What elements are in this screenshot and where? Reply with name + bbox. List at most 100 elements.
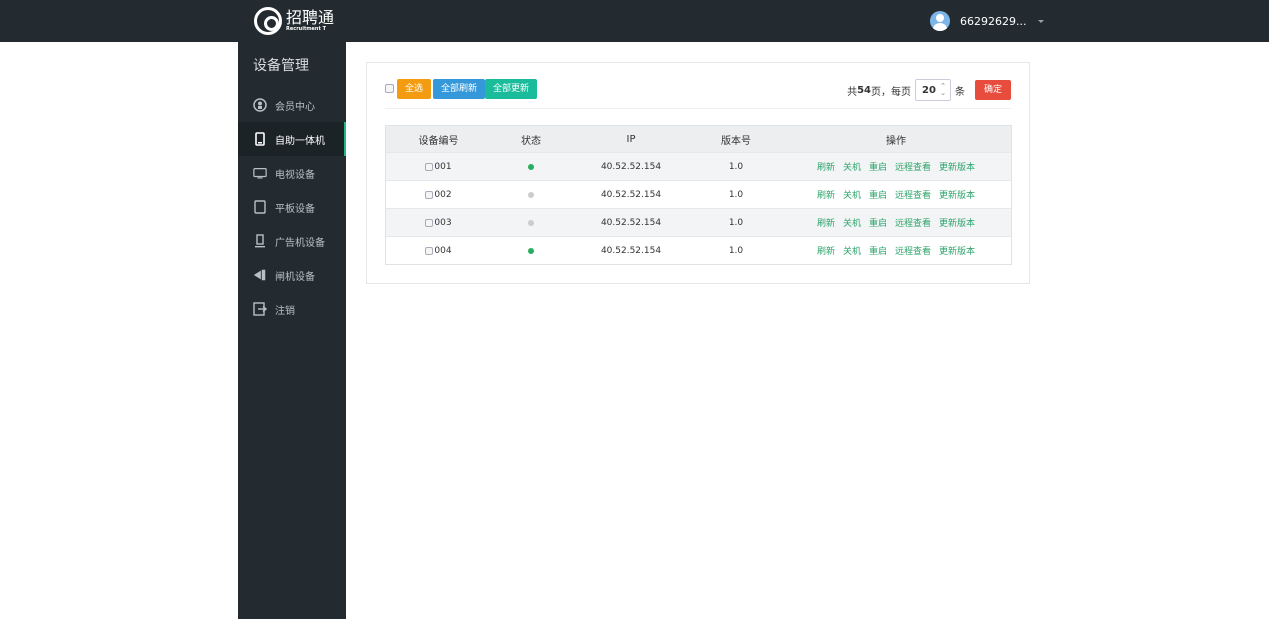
device-id: 002 [434,189,452,200]
version-cell: 1.0 [728,189,744,200]
shutdown-link[interactable]: 关机 [843,188,861,201]
device-id: 004 [434,245,452,256]
remote-view-link[interactable]: 远程查看 [895,160,931,173]
row-checkbox[interactable] [425,246,434,255]
refresh-link[interactable]: 刷新 [817,188,835,201]
version-cell: 1.0 [728,217,744,228]
status-dot-icon [528,247,534,254]
pager-prefix: 共 [847,86,858,98]
sidebar-item-member-center[interactable]: 会员中心 [238,88,346,122]
row-checkbox[interactable] [425,190,434,199]
confirm-button[interactable]: 确定 [974,80,1011,100]
tablet-icon [253,200,267,214]
sidebar-item-ad-machine[interactable]: 广告机设备 [238,224,346,258]
row-checkbox[interactable] [425,162,434,171]
shutdown-link[interactable]: 关机 [843,244,861,257]
restart-link[interactable]: 重启 [869,216,887,229]
member-icon [253,98,267,112]
restart-link[interactable]: 重启 [869,188,887,201]
user-menu[interactable]: 66292629... [930,10,1045,32]
avatar[interactable] [930,11,950,31]
select-all-checkbox[interactable] [385,84,394,93]
status-cell [491,163,571,170]
tv-icon [253,166,267,180]
update-version-link[interactable]: 更新版本 [939,216,975,229]
logo-cn: 招聘通 [286,8,335,27]
top-navbar: 招聘通 Recruitment T 66292629... [0,0,1269,42]
per-page-stepper[interactable]: 20 ⌃ ⌄ [914,79,951,101]
col-device-id: 设备编号 [418,135,459,147]
divider [385,108,1011,109]
table-row: 003 40.52.52.154 1.0 刷新 关机 重启 远程查看 更新版本 [386,208,1011,236]
username[interactable]: 66292629... [960,15,1026,28]
app-logo[interactable]: 招聘通 Recruitment T [238,0,346,42]
col-version: 版本号 [721,135,751,147]
ip-cell: 40.52.52.154 [600,217,662,228]
device-id-cell: 004 [386,246,491,256]
logo-mark-icon [254,7,282,35]
shutdown-link[interactable]: 关机 [843,160,861,173]
remote-view-link[interactable]: 远程查看 [895,188,931,201]
sidebar-item-label: 注销 [275,305,295,317]
sidebar-item-label: 会员中心 [275,101,315,113]
refresh-link[interactable]: 刷新 [817,160,835,173]
status-dot-icon [528,219,534,226]
device-id: 003 [434,217,452,228]
sidebar-item-tablet[interactable]: 平板设备 [238,190,346,224]
sidebar-item-tv[interactable]: 电视设备 [238,156,346,190]
logo-text: 招聘通 Recruitment T [286,10,334,32]
pagination: 共 54 页，每页 20 ⌃ ⌄ 条 确定 [847,79,1011,101]
actions-cell: 刷新 关机 重启 远程查看 更新版本 [781,216,1011,229]
table-row: 002 40.52.52.154 1.0 刷新 关机 重启 远程查看 更新版本 [386,180,1011,208]
status-cell [491,247,571,254]
refresh-link[interactable]: 刷新 [817,216,835,229]
kiosk-icon [253,132,267,146]
stepper-arrows-icon[interactable]: ⌃ ⌄ [940,83,946,97]
select-all-button[interactable]: 全选 [397,79,432,99]
update-version-link[interactable]: 更新版本 [939,160,975,173]
device-id-cell: 003 [386,218,491,228]
gate-icon [253,268,267,282]
version-cell: 1.0 [728,245,744,256]
device-id-cell: 002 [386,190,491,200]
pager-suffix: 页，每页 [870,86,911,98]
sidebar-title: 设备管理 [253,58,309,74]
shutdown-link[interactable]: 关机 [843,216,861,229]
sidebar-item-label: 闸机设备 [275,271,315,283]
refresh-all-button[interactable]: 全部刷新 [433,79,486,99]
device-table: 设备编号 状态 IP 版本号 操作 001 40.52.52.154 1.0 刷… [385,125,1012,265]
logo-en: Recruitment T [286,26,327,32]
refresh-link[interactable]: 刷新 [817,244,835,257]
update-all-button[interactable]: 全部更新 [485,79,538,99]
status-cell [491,219,571,226]
status-dot-icon [528,191,534,198]
sidebar-item-label: 广告机设备 [275,237,325,249]
pager-unit: 条 [954,86,965,98]
remote-view-link[interactable]: 远程查看 [895,216,931,229]
ip-cell: 40.52.52.154 [600,189,662,200]
row-checkbox[interactable] [425,218,434,227]
chevron-down-icon[interactable] [1038,19,1045,23]
ip-cell: 40.52.52.154 [600,245,662,256]
sidebar-item-logout[interactable]: 注销 [238,292,346,326]
sidebar-item-label: 平板设备 [275,203,315,215]
table-row: 001 40.52.52.154 1.0 刷新 关机 重启 远程查看 更新版本 [386,152,1011,180]
remote-view-link[interactable]: 远程查看 [895,244,931,257]
sidebar-item-kiosk[interactable]: 自助一体机 [238,122,346,156]
device-id: 001 [434,161,452,172]
update-version-link[interactable]: 更新版本 [939,188,975,201]
actions-cell: 刷新 关机 重启 远程查看 更新版本 [781,244,1011,257]
sidebar-item-gate[interactable]: 闸机设备 [238,258,346,292]
version-cell: 1.0 [728,161,744,172]
status-dot-icon [528,163,534,170]
sidebar-item-label: 自助一体机 [275,135,325,147]
ad-machine-icon [253,234,267,248]
restart-link[interactable]: 重启 [869,244,887,257]
ip-cell: 40.52.52.154 [600,161,662,172]
device-panel: 全选 全部刷新 全部更新 共 54 页，每页 20 ⌃ ⌄ 条 确定 设备编号 状… [366,62,1030,284]
restart-link[interactable]: 重启 [869,160,887,173]
col-actions: 操作 [886,135,906,147]
status-cell [491,191,571,198]
update-version-link[interactable]: 更新版本 [939,244,975,257]
actions-cell: 刷新 关机 重启 远程查看 更新版本 [781,188,1011,201]
